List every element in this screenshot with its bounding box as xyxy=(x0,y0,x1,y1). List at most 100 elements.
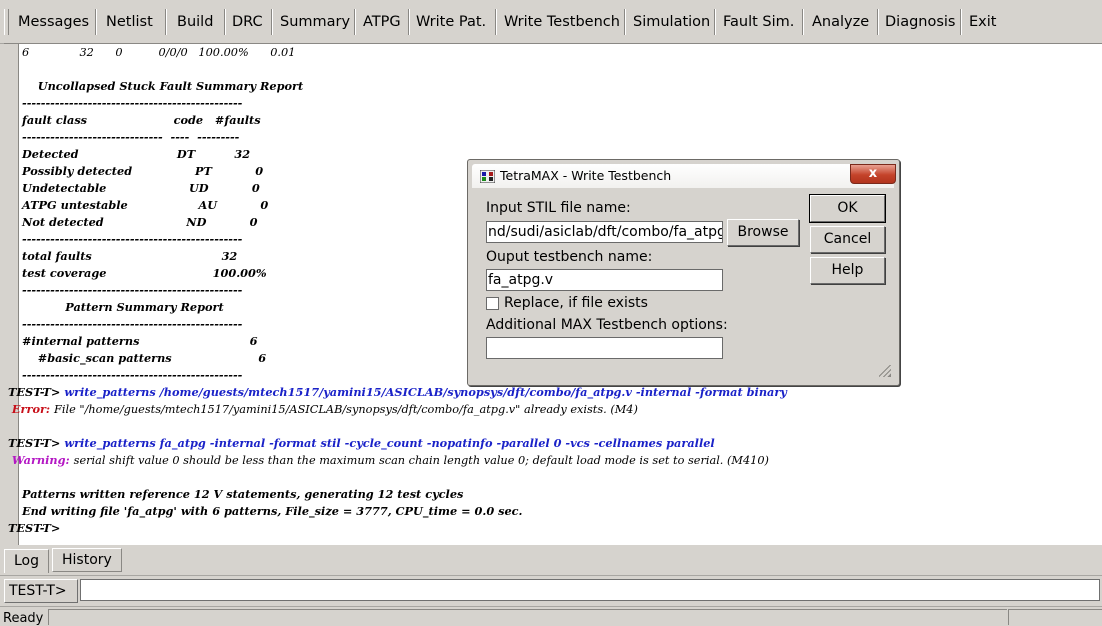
menu-separator xyxy=(802,9,804,35)
log-line-text: ----------------------------------------… xyxy=(22,96,243,110)
menu-separator xyxy=(224,9,226,35)
menu-bar: Messages Netlist Build DRC Summary ATPG … xyxy=(0,0,1102,44)
menu-write-pat[interactable]: Write Pat. xyxy=(412,8,490,36)
menu-separator xyxy=(495,9,497,35)
command-prompt: TEST-T> xyxy=(4,579,78,603)
log-line-prefix: TEST-T> xyxy=(8,385,65,399)
output-testbench-field[interactable]: fa_atpg.v xyxy=(486,269,723,291)
tab-log[interactable]: Log xyxy=(4,549,50,573)
log-line: #internal patterns 6 xyxy=(22,333,257,350)
menu-separator xyxy=(354,9,356,35)
log-line-prefix: TEST-T> xyxy=(8,521,61,535)
log-line-text: Possibly detected PT 0 xyxy=(22,164,264,178)
log-line-text: End writing file 'fa_atpg' with 6 patter… xyxy=(22,504,523,518)
log-line-text: total faults 32 xyxy=(22,249,238,263)
options-field[interactable] xyxy=(486,337,723,359)
dialog-title-bar[interactable]: TetraMAX - Write Testbench x xyxy=(472,164,896,188)
log-command-line: TEST-T> write_patterns /home/guests/mtec… xyxy=(8,384,787,401)
log-line: ----------------------------------------… xyxy=(22,95,242,112)
tetramax-app-icon xyxy=(480,170,495,183)
dialog-body: Input STIL file name: nd/sudi/asiclab/df… xyxy=(472,188,894,380)
log-line: fault class code #faults xyxy=(22,112,261,129)
tab-history[interactable]: History xyxy=(52,548,122,572)
cancel-button[interactable]: Cancel xyxy=(810,226,885,253)
log-line: Patterns written reference 12 V statemen… xyxy=(22,486,463,503)
menu-separator xyxy=(408,9,410,35)
log-line-text: ATPG untestable AU 0 xyxy=(22,198,269,212)
log-line-text: serial shift value 0 should be less than… xyxy=(73,454,769,467)
menu-messages[interactable]: Messages xyxy=(14,8,93,36)
log-line-text: Patterns written reference 12 V statemen… xyxy=(22,487,464,501)
log-line-text: ----------------------------------------… xyxy=(22,283,243,297)
status-bar: Ready xyxy=(0,606,1102,626)
log-line-prefix: Error: xyxy=(8,402,55,416)
log-line: #basic_scan patterns 6 xyxy=(22,350,266,367)
log-line: test coverage 100.00% xyxy=(22,265,267,282)
log-line-text: #internal patterns 6 xyxy=(22,334,258,348)
log-line-text: Not detected ND 0 xyxy=(22,215,258,229)
log-line-text: Detected DT 32 xyxy=(22,147,251,161)
log-line-text: ----------------------------------------… xyxy=(22,317,243,331)
menu-write-testbench[interactable]: Write Testbench xyxy=(500,8,624,36)
replace-label[interactable]: Replace, if file exists xyxy=(504,295,648,312)
log-line: ----------------------------------------… xyxy=(22,282,242,299)
menu-diagnosis[interactable]: Diagnosis xyxy=(881,8,959,36)
log-line: ----------------------------------------… xyxy=(22,367,242,384)
menu-separator xyxy=(165,9,167,35)
input-stil-field[interactable]: nd/sudi/asiclab/dft/combo/fa_atpg xyxy=(486,221,723,243)
log-line: Uncollapsed Stuck Fault Summary Report xyxy=(22,78,304,95)
menu-separator xyxy=(877,9,879,35)
log-line-prefix: TEST-T> xyxy=(8,436,65,450)
browse-button[interactable]: Browse xyxy=(727,219,799,246)
command-input[interactable] xyxy=(80,579,1100,601)
log-line: ----------------------------------------… xyxy=(22,231,242,248)
log-line-text: Undetectable UD 0 xyxy=(22,181,260,195)
menu-summary[interactable]: Summary xyxy=(276,8,354,36)
command-row: TEST-T> xyxy=(0,575,1102,606)
log-warning-line: Warning: serial shift value 0 should be … xyxy=(8,452,769,469)
options-label: Additional MAX Testbench options: xyxy=(486,317,728,333)
menu-separator xyxy=(960,9,962,35)
transcript-tabs: Log History xyxy=(0,545,1102,573)
status-text: Ready xyxy=(3,611,44,626)
log-line-text: ----------------------------------------… xyxy=(22,232,243,246)
output-testbench-label: Ouput testbench name: xyxy=(486,249,653,265)
log-line: Detected DT 32 xyxy=(22,146,250,163)
log-line: Possibly detected PT 0 xyxy=(22,163,263,180)
log-line: ------------------------------ ---- ----… xyxy=(22,129,239,146)
log-line: Undetectable UD 0 xyxy=(22,180,260,197)
log-line-text: File "/home/guests/mtech1517/yamini15/AS… xyxy=(54,403,638,416)
menu-drc[interactable]: DRC xyxy=(228,8,267,36)
log-line-text: ------------------------------ ---- ----… xyxy=(22,130,240,144)
log-error-line: Error: File "/home/guests/mtech1517/yami… xyxy=(8,401,638,418)
log-line: 6 32 0 0/0/0 100.00% 0.01 xyxy=(22,44,295,61)
menu-atpg[interactable]: ATPG xyxy=(359,8,405,36)
menu-build[interactable]: Build xyxy=(173,8,217,36)
toolbar-grip[interactable] xyxy=(4,9,9,35)
close-icon[interactable]: x xyxy=(850,164,896,184)
log-line-text: write_patterns /home/guests/mtech1517/ya… xyxy=(64,385,787,399)
menu-netlist[interactable]: Netlist xyxy=(102,8,157,36)
menu-analyze[interactable]: Analyze xyxy=(808,8,873,36)
ok-button[interactable]: OK xyxy=(809,194,886,223)
log-command-line: TEST-T> xyxy=(8,520,60,537)
log-line-text: Uncollapsed Stuck Fault Summary Report xyxy=(22,79,304,93)
menu-separator xyxy=(95,9,97,35)
log-line: Pattern Summary Report xyxy=(22,299,224,316)
log-line-text: test coverage 100.00% xyxy=(22,266,267,280)
log-line: total faults 32 xyxy=(22,248,237,265)
help-button[interactable]: Help xyxy=(810,257,885,284)
menu-fault-sim[interactable]: Fault Sim. xyxy=(719,8,798,36)
log-line-text: Pattern Summary Report xyxy=(22,300,224,314)
log-line: ----------------------------------------… xyxy=(22,316,242,333)
menu-simulation[interactable]: Simulation xyxy=(629,8,714,36)
menu-separator xyxy=(271,9,273,35)
log-line-text: 6 32 0 0/0/0 100.00% 0.01 xyxy=(22,46,296,59)
log-line-text: #basic_scan patterns 6 xyxy=(22,351,267,365)
menu-separator xyxy=(624,9,626,35)
resize-grip-icon[interactable] xyxy=(879,365,891,377)
menu-exit[interactable]: Exit xyxy=(965,8,1000,36)
replace-checkbox[interactable] xyxy=(486,297,499,310)
log-line: Not detected ND 0 xyxy=(22,214,258,231)
log-line: ATPG untestable AU 0 xyxy=(22,197,268,214)
